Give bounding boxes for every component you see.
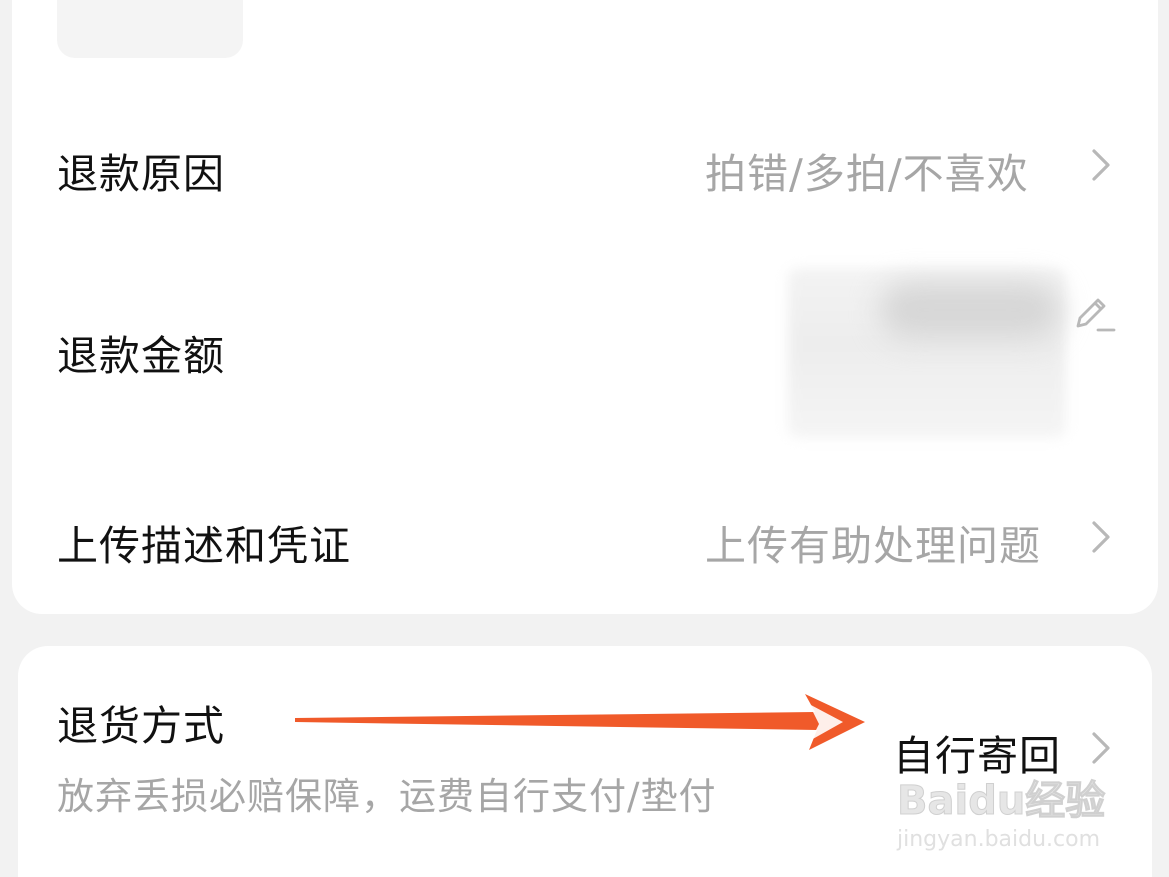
chevron-right-icon[interactable] [1086,145,1116,185]
return-method-description: 放弃丢损必赔保障，运费自行支付/垫付 [57,775,717,818]
pencil-icon[interactable] [1070,290,1116,336]
upload-evidence-placeholder[interactable]: 上传有助处理问题 [705,512,1041,572]
refund-amount-blur-mark [880,282,1060,338]
return-method-label: 退货方式 [57,702,225,750]
watermark-url: jingyan.baidu.com [896,827,1100,852]
baidu-watermark-logo: Baidu经验 jingyan.baidu.com [896,778,1106,853]
refund-amount-label: 退款金额 [57,332,225,380]
refund-reason-value[interactable]: 拍错/多拍/不喜欢 [705,140,1029,200]
upload-evidence-label: 上传描述和凭证 [57,522,351,570]
chevron-right-icon[interactable] [1086,517,1116,557]
watermark-brand: Baidu经验 [897,778,1105,824]
annotation-arrow-icon [295,694,865,750]
option-chip[interactable] [57,0,243,58]
refund-reason-label: 退款原因 [57,150,225,198]
